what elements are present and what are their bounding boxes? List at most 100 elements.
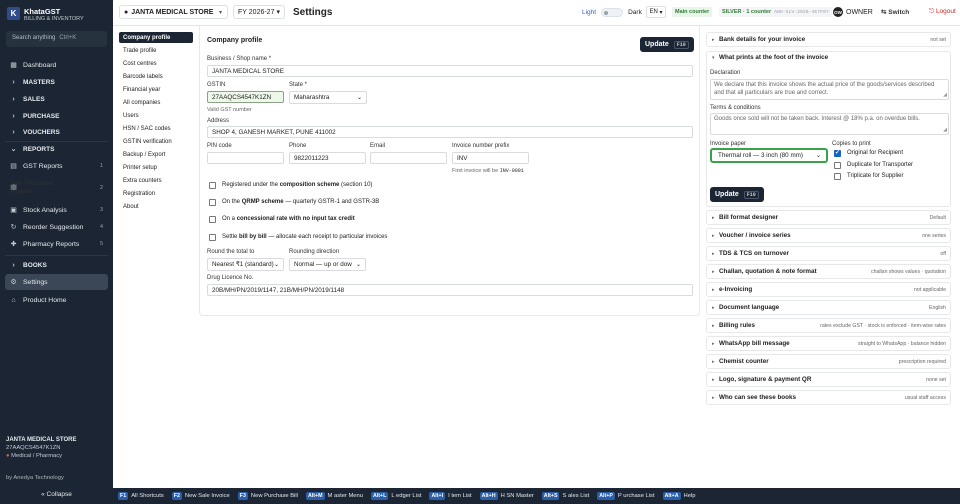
sidebar-item-reports[interactable]: ⌄ REPORTS	[5, 141, 108, 157]
shortcut-key: Alt+M	[305, 492, 325, 500]
settings-nav-barcode-labels[interactable]: Barcode labels	[119, 71, 193, 82]
sidebar-item-masters[interactable]: › MASTERS	[5, 74, 108, 90]
theme-switch[interactable]	[601, 8, 624, 17]
shortcut-item-list[interactable]: Alt+I I tem List	[429, 492, 472, 500]
rounding-direction-label: Rounding direction	[289, 249, 340, 255]
settings-nav-users[interactable]: Users	[119, 110, 193, 121]
document-icon: ▤	[10, 163, 17, 170]
accordion-whatsapp[interactable]: ▸ WhatsApp bill message straight to WhatsA…	[706, 336, 951, 351]
shortcut-new-purchase[interactable]: F3 New Purchase Bill	[237, 492, 298, 500]
settings-nav-printer-setup[interactable]: Printer setup	[119, 162, 193, 173]
sidebar-item-sale-purchase-analysis[interactable]: ▥ Sale / Purchase Analysis 2	[5, 177, 108, 199]
accordion-challan-format[interactable]: ▸ Challan, quotation & note format challan…	[706, 264, 951, 279]
sidebar-item-dashboard[interactable]: ▦ Dashboard	[5, 57, 108, 73]
accordion-title: WhatsApp bill message	[719, 340, 790, 347]
address-input[interactable]: SHOP 4, GANESH MARKET, PUNE 411002	[207, 126, 693, 138]
composition-checkbox[interactable]	[209, 182, 216, 189]
accordion-chemist-counter[interactable]: ▸ Chemist counter prescription required	[706, 354, 951, 369]
state-select[interactable]: Maharashtra ⌄	[289, 91, 367, 104]
bill-by-bill-checkbox[interactable]	[209, 234, 216, 241]
shortcut-all[interactable]: F1 All Shortcuts	[118, 492, 164, 500]
settings-nav-company-profile[interactable]: Company profile	[119, 32, 193, 43]
update-foot-button[interactable]: Update F10	[710, 187, 764, 202]
logout-button[interactable]: ⎋ Logout	[929, 8, 956, 16]
settings-nav-backup-export[interactable]: Backup / Export	[119, 149, 193, 160]
sidebar-item-count: 2	[99, 185, 103, 191]
email-input[interactable]	[370, 152, 447, 164]
phone-input[interactable]: 9822011223	[289, 152, 366, 164]
chevron-right-icon: ›	[12, 95, 15, 103]
collapse-button[interactable]: « Collapse	[0, 491, 113, 498]
sidebar-search[interactable]: Search anything Ctrl+K	[6, 31, 107, 47]
update-button[interactable]: Update F10	[640, 37, 694, 52]
shortcut-new-sale[interactable]: F2 New Sale Invoice	[171, 492, 230, 500]
sidebar-item-stock-analysis[interactable]: ▣ Stock Analysis 3	[5, 202, 108, 218]
accordion-value: English	[928, 304, 946, 311]
shortcut-help[interactable]: Alt+A Help	[662, 492, 695, 500]
copy-duplicate-label: Duplicate for Transporter	[847, 162, 914, 168]
accordion-document-language[interactable]: ▸ Document language English	[706, 300, 951, 315]
sidebar-item-label: Sale / Purchase Analysis	[10, 181, 53, 195]
rounding-direction-select[interactable]: Normal — up or dow ⌄	[289, 258, 366, 271]
drug-licence-input[interactable]: 20B/MH/PN/2019/1147, 21B/MH/PN/2019/1148	[207, 284, 693, 296]
sidebar-item-purchase[interactable]: › PURCHASE	[5, 108, 108, 124]
business-name-input[interactable]: JANTA MEDICAL STORE	[207, 65, 693, 77]
brand: K KhataGST BILLING & INVENTORY	[7, 7, 84, 23]
settings-nav-extra-counters[interactable]: Extra counters	[119, 175, 193, 186]
shortcut-key: Alt+H	[479, 492, 498, 500]
accordion-e-invoicing[interactable]: ▸ e-Invoicing not applicable	[706, 282, 951, 297]
shortcut-sales-list[interactable]: Alt+S S ales List	[541, 492, 589, 500]
fy-selector[interactable]: FY 2026-27 ▾	[233, 5, 285, 19]
accordion-voucher-series[interactable]: ▸ Voucher / invoice series one series	[706, 228, 951, 243]
copy-triplicate-checkbox[interactable]	[834, 173, 841, 180]
shortcut-label: All Shortcuts	[131, 493, 164, 499]
settings-nav-hsn-sac[interactable]: HSN / SAC codes	[119, 123, 193, 134]
sidebar-item-product-home[interactable]: ⌂ Product Home	[5, 292, 108, 308]
sidebar-item-reorder-suggestion[interactable]: ↻ Reorder Suggestion 4	[5, 219, 108, 235]
settings-nav-registration[interactable]: Registration	[119, 188, 193, 199]
settings-nav-financial-year[interactable]: Financial year	[119, 84, 193, 95]
accordion-book-access[interactable]: ▸ Who can see these books usual staff acce…	[706, 390, 951, 405]
plan-name: SILVER · 1 counter	[722, 9, 772, 15]
gstin-input[interactable]: 27AAQCS4547K1ZN	[207, 91, 284, 103]
accordion-value: not set	[930, 36, 946, 43]
settings-nav-trade-profile[interactable]: Trade profile	[119, 45, 193, 56]
sidebar-item-books[interactable]: › BOOKS	[5, 257, 108, 273]
sidebar-item-count: 5	[99, 241, 103, 247]
sidebar-item-pharmacy-reports[interactable]: ✚ Pharmacy Reports 5	[5, 236, 108, 252]
bank-details-accordion[interactable]: ▸ Bank details for your invoice not set	[706, 32, 951, 47]
prefix-input[interactable]: INV	[452, 152, 529, 164]
user-menu[interactable]: OW OWNER	[833, 7, 873, 17]
fy-label: FY 2026-27	[238, 8, 275, 16]
store-selector[interactable]: ● JANTA MEDICAL STORE ▾	[119, 5, 228, 19]
concessional-checkbox[interactable]	[209, 216, 216, 223]
settings-nav-gstin-verification[interactable]: GSTIN verification	[119, 136, 193, 147]
sidebar-item-settings[interactable]: ⚙ Settings	[5, 274, 108, 290]
copy-duplicate-checkbox[interactable]	[834, 162, 841, 169]
theme-toggle[interactable]: Light Dark	[582, 8, 642, 17]
shortcut-hsn-master[interactable]: Alt+H H SN Master	[479, 492, 534, 500]
qrmp-checkbox[interactable]	[209, 199, 216, 206]
terms-textarea[interactable]: Goods once sold will not be taken back. …	[710, 113, 949, 135]
invoice-paper-select[interactable]: Thermal roll — 3 inch (80 mm) ⌄	[710, 148, 828, 163]
copy-original-checkbox[interactable]	[834, 149, 841, 157]
shortcut-ledger-list[interactable]: Alt+L L edger List	[370, 492, 421, 500]
accordion-billing-rules[interactable]: ▸ Billing rules rates exclude GST · stock …	[706, 318, 951, 333]
accordion-bill-format[interactable]: ▸ Bill format designer Default	[706, 210, 951, 225]
sidebar-item-gst-reports[interactable]: ▤ GST Reports 1	[5, 158, 108, 174]
settings-nav-about[interactable]: About	[119, 201, 193, 212]
sidebar-item-sales[interactable]: › SALES	[5, 91, 108, 107]
settings-nav-cost-centres[interactable]: Cost centres	[119, 58, 193, 69]
round-select[interactable]: Nearest ₹1 (standard) ⌄	[207, 258, 284, 271]
sidebar-item-vouchers[interactable]: › VOUCHERS	[5, 124, 108, 140]
shortcut-purchase-list[interactable]: Alt+P P urchase List	[597, 492, 655, 500]
declaration-textarea[interactable]: We declare that this invoice shows the a…	[710, 79, 949, 100]
shortcut-master-menu[interactable]: Alt+M M aster Menu	[305, 492, 363, 500]
switch-button[interactable]: ⇆ Switch	[881, 8, 909, 16]
pin-input[interactable]	[207, 152, 284, 164]
accordion-tds-tcs[interactable]: ▸ TDS & TCS on turnover off	[706, 246, 951, 261]
accordion-logo-signature[interactable]: ▸ Logo, signature & payment QR none set	[706, 372, 951, 387]
language-select[interactable]: EN ▾	[646, 6, 666, 18]
accordion-value: usual staff access	[904, 394, 946, 401]
settings-nav-all-companies[interactable]: All companies	[119, 97, 193, 108]
